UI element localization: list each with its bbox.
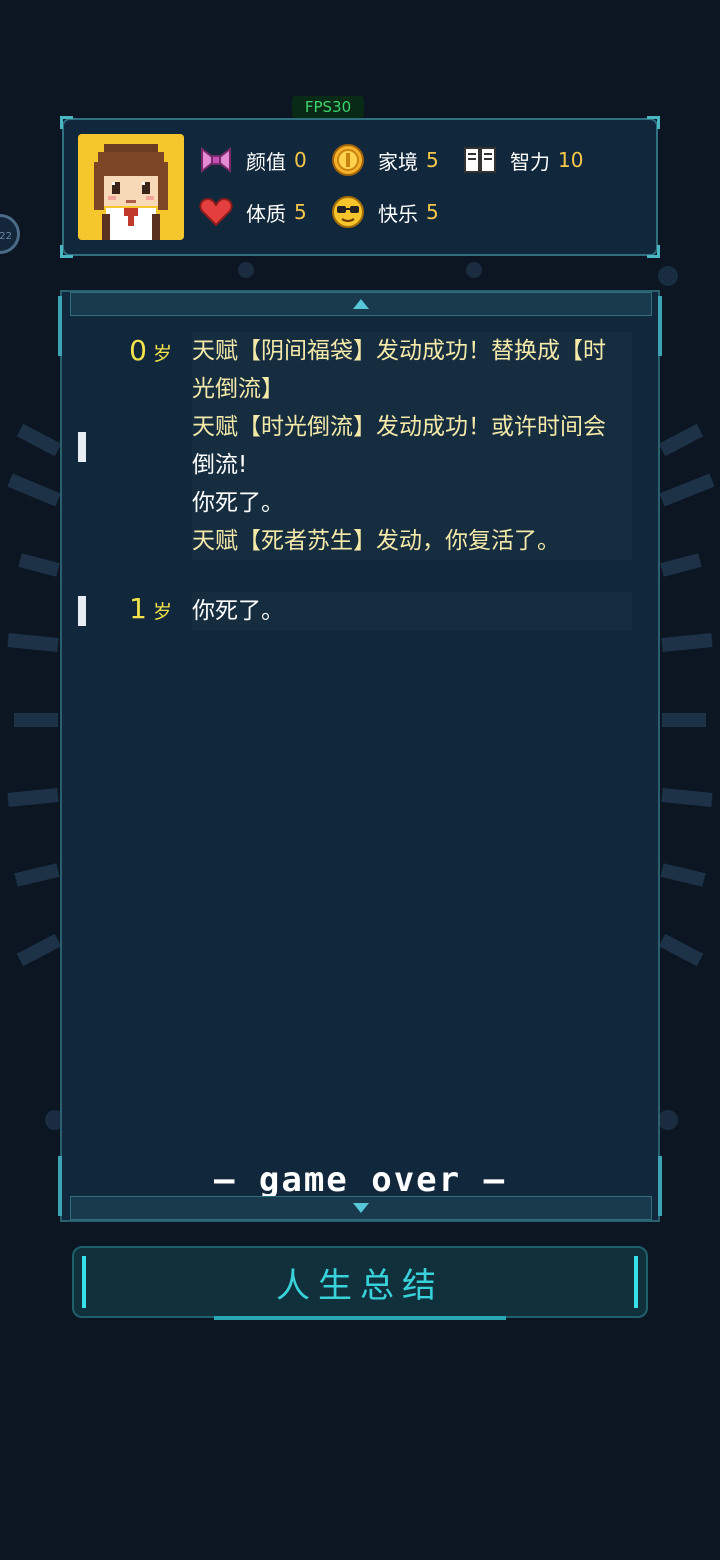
event-line: 天赋【阴间福袋】发动成功！替换成【时	[192, 332, 632, 370]
stat-label: 快乐	[378, 201, 418, 226]
sunglasses-emoji-icon	[330, 194, 366, 230]
game-over-text: — game over —	[213, 1160, 507, 1200]
age-number: 0	[129, 334, 147, 367]
age-label: 0岁	[129, 334, 172, 367]
pixel-character-icon	[78, 134, 184, 240]
stat-label: 体质	[246, 201, 286, 226]
edge-accent	[658, 296, 662, 356]
side-bubble[interactable]: 22	[0, 214, 20, 254]
button-accent	[634, 1256, 638, 1308]
age-unit: 岁	[152, 343, 172, 365]
button-underline	[214, 1316, 506, 1320]
book-icon	[462, 142, 498, 178]
event-line: 你死了。	[192, 484, 632, 522]
stats-panel: 颜值 0 家境 5 智力 10 体质 5 快乐 5	[60, 116, 660, 258]
button-label: 人生总结	[276, 1265, 444, 1306]
corner-decoration	[647, 116, 660, 129]
stat-family: 家境 5	[330, 142, 439, 178]
coin-icon	[330, 142, 366, 178]
avatar	[78, 134, 184, 240]
age-unit: 岁	[152, 601, 172, 623]
edge-accent	[658, 1156, 662, 1216]
stat-label: 家境	[378, 149, 418, 174]
corner-decoration	[60, 245, 73, 258]
edge-accent	[58, 296, 62, 356]
button-accent	[82, 1256, 86, 1308]
event-line: 天赋【死者苏生】发动，你复活了。	[192, 522, 632, 560]
life-log-panel[interactable]: 0岁 天赋【阴间福袋】发动成功！替换成【时 光倒流】 天赋【时光倒流】发动成功！…	[58, 290, 662, 1222]
fps-counter: FPS30	[292, 96, 364, 118]
scroll-up-button[interactable]	[70, 292, 652, 316]
stat-value: 5	[294, 200, 307, 224]
corner-decoration	[60, 116, 73, 129]
triangle-up-icon	[353, 299, 369, 309]
stat-label: 颜值	[246, 149, 286, 174]
stat-value: 5	[426, 148, 439, 172]
corner-decoration	[647, 245, 660, 258]
stat-intelligence: 智力 10	[462, 142, 583, 178]
stat-constitution: 体质 5	[198, 194, 307, 230]
stat-value: 5	[426, 200, 439, 224]
age-number: 1	[129, 592, 147, 625]
life-summary-button[interactable]: 人生总结	[72, 1246, 648, 1320]
bow-icon	[198, 142, 234, 178]
event-lines: 天赋【阴间福袋】发动成功！替换成【时 光倒流】 天赋【时光倒流】发动成功！或许时…	[192, 332, 632, 560]
stat-label: 智力	[510, 149, 550, 174]
event-line: 你死了。	[192, 592, 632, 630]
event-line: 光倒流】	[192, 370, 632, 408]
stat-value: 10	[558, 148, 584, 172]
stat-appearance: 颜值 0	[198, 142, 307, 178]
stat-happiness: 快乐 5	[330, 194, 439, 230]
stat-value: 0	[294, 148, 307, 172]
event-lines: 你死了。	[192, 592, 632, 630]
entry-marker	[78, 596, 86, 626]
scroll-down-button[interactable]	[70, 1196, 652, 1220]
entry-marker	[78, 432, 86, 462]
event-line: 倒流!	[192, 446, 632, 484]
age-label: 1岁	[129, 592, 172, 625]
event-line: 天赋【时光倒流】发动成功！或许时间会	[192, 408, 632, 446]
heart-icon	[198, 194, 234, 230]
triangle-down-icon	[353, 1203, 369, 1213]
